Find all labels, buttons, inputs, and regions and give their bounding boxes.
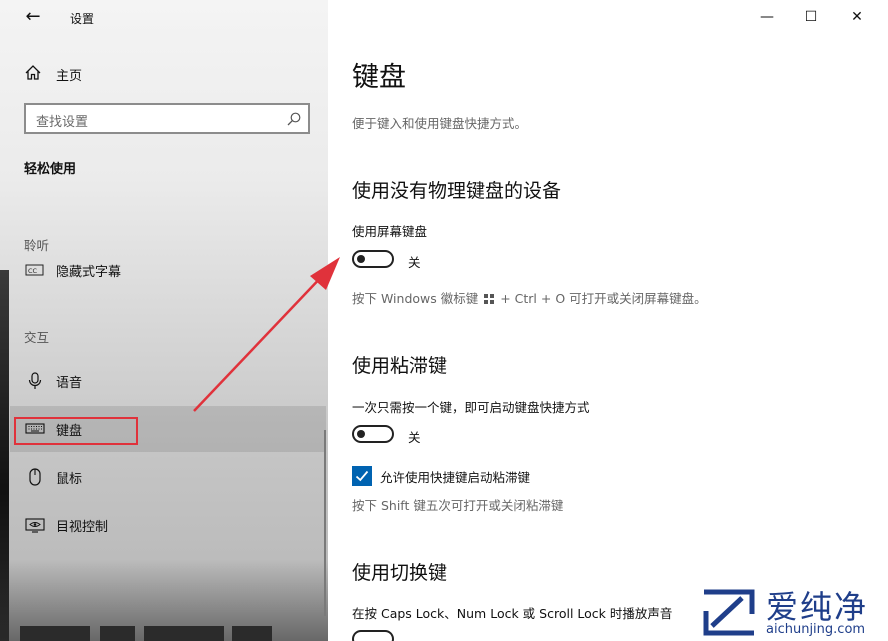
maximize-icon: ☐ (804, 9, 818, 25)
on-screen-keyboard-toggle[interactable] (352, 250, 394, 268)
watermark: 爱纯净 aichunjing.com (698, 584, 888, 641)
sidebar-item-label: 鼠标 (56, 472, 83, 487)
back-button[interactable]: ← (22, 6, 44, 28)
section-heading-toggle-keys: 使用切换键 (352, 562, 448, 584)
selection-highlight-box (14, 417, 138, 445)
close-icon: ✕ (851, 9, 863, 25)
section-heading-on-screen-keyboard: 使用没有物理键盘的设备 (352, 180, 562, 202)
search-icon (286, 111, 302, 127)
background-block (100, 626, 135, 641)
sidebar-item-eye-control[interactable]: 目视控制 (10, 502, 326, 548)
toggle-state-label: 关 (408, 255, 421, 270)
svg-text:CC: CC (28, 267, 38, 275)
sticky-keys-shortcut-label: 允许使用快捷键启动粘滞键 (380, 470, 531, 485)
close-button[interactable]: ✕ (842, 4, 872, 30)
sidebar-item-label: 语音 (56, 376, 83, 391)
sidebar: ← 设置 主页 查找设置 轻松使用 聆听 CC 隐藏式字幕 交互 语音 键盘 鼠… (0, 0, 328, 641)
sidebar-item-mouse[interactable]: 鼠标 (10, 454, 326, 500)
sidebar-scrollbar[interactable] (324, 430, 326, 616)
home-icon (22, 62, 44, 84)
search-placeholder: 查找设置 (36, 115, 89, 130)
section-heading-sticky-keys: 使用粘滞键 (352, 355, 448, 377)
back-arrow-icon: ← (25, 6, 41, 27)
sidebar-item-label: 隐藏式字幕 (56, 265, 122, 280)
sidebar-item-closed-captions[interactable]: CC 隐藏式字幕 (10, 247, 326, 293)
page-title: 键盘 (352, 62, 406, 93)
settings-window: ← 设置 主页 查找设置 轻松使用 聆听 CC 隐藏式字幕 交互 语音 键盘 鼠… (0, 0, 888, 641)
background-block (232, 626, 272, 641)
mouse-icon (24, 466, 46, 488)
minimize-icon: — (760, 9, 774, 25)
background-block (144, 626, 224, 641)
group-label-interaction: 交互 (24, 330, 50, 345)
toggle-knob (357, 255, 365, 263)
background-block (20, 626, 90, 641)
section-title: 轻松使用 (24, 162, 77, 177)
sticky-keys-shortcut-checkbox[interactable] (352, 466, 372, 486)
sidebar-item-speech[interactable]: 语音 (10, 358, 326, 404)
watermark-url: aichunjing.com (766, 622, 866, 637)
toggle-keys-toggle[interactable] (352, 630, 394, 641)
hint-text: 按下 Windows 徽标键 (352, 291, 479, 306)
maximize-button[interactable]: ☐ (796, 4, 826, 30)
nav-home-label: 主页 (56, 69, 83, 84)
eye-control-icon (24, 514, 46, 536)
sidebar-item-label: 目视控制 (56, 520, 109, 535)
sticky-keys-hint: 按下 Shift 键五次可打开或关闭粘滞键 (352, 498, 564, 513)
on-screen-keyboard-hint: 按下 Windows 徽标键 + Ctrl + O 可打开或关闭屏幕键盘。 (352, 288, 707, 307)
toggle-keys-label: 在按 Caps Lock、Num Lock 或 Scroll Lock 时播放声… (352, 606, 673, 621)
window-title: 设置 (70, 12, 95, 26)
minimize-button[interactable]: — (752, 4, 782, 30)
closed-caption-icon: CC (24, 259, 46, 281)
sticky-keys-label: 一次只需按一个键，即可启动键盘快捷方式 (352, 400, 590, 415)
sticky-keys-toggle[interactable] (352, 425, 394, 443)
toggle-state-label: 关 (408, 430, 421, 445)
on-screen-keyboard-label: 使用屏幕键盘 (352, 224, 428, 239)
page-description: 便于键入和使用键盘快捷方式。 (352, 116, 528, 131)
watermark-logo-icon (698, 584, 760, 641)
toggle-knob (357, 430, 365, 438)
windows-logo-icon (484, 294, 495, 304)
main-content: — ☐ ✕ 键盘 便于键入和使用键盘快捷方式。 使用没有物理键盘的设备 使用屏幕… (328, 0, 888, 641)
hint-text: + Ctrl + O 可打开或关闭屏幕键盘。 (500, 291, 707, 306)
search-input[interactable]: 查找设置 (24, 103, 310, 134)
microphone-icon (24, 370, 46, 392)
nav-home[interactable]: 主页 (22, 62, 312, 88)
checkmark-icon (355, 470, 369, 482)
